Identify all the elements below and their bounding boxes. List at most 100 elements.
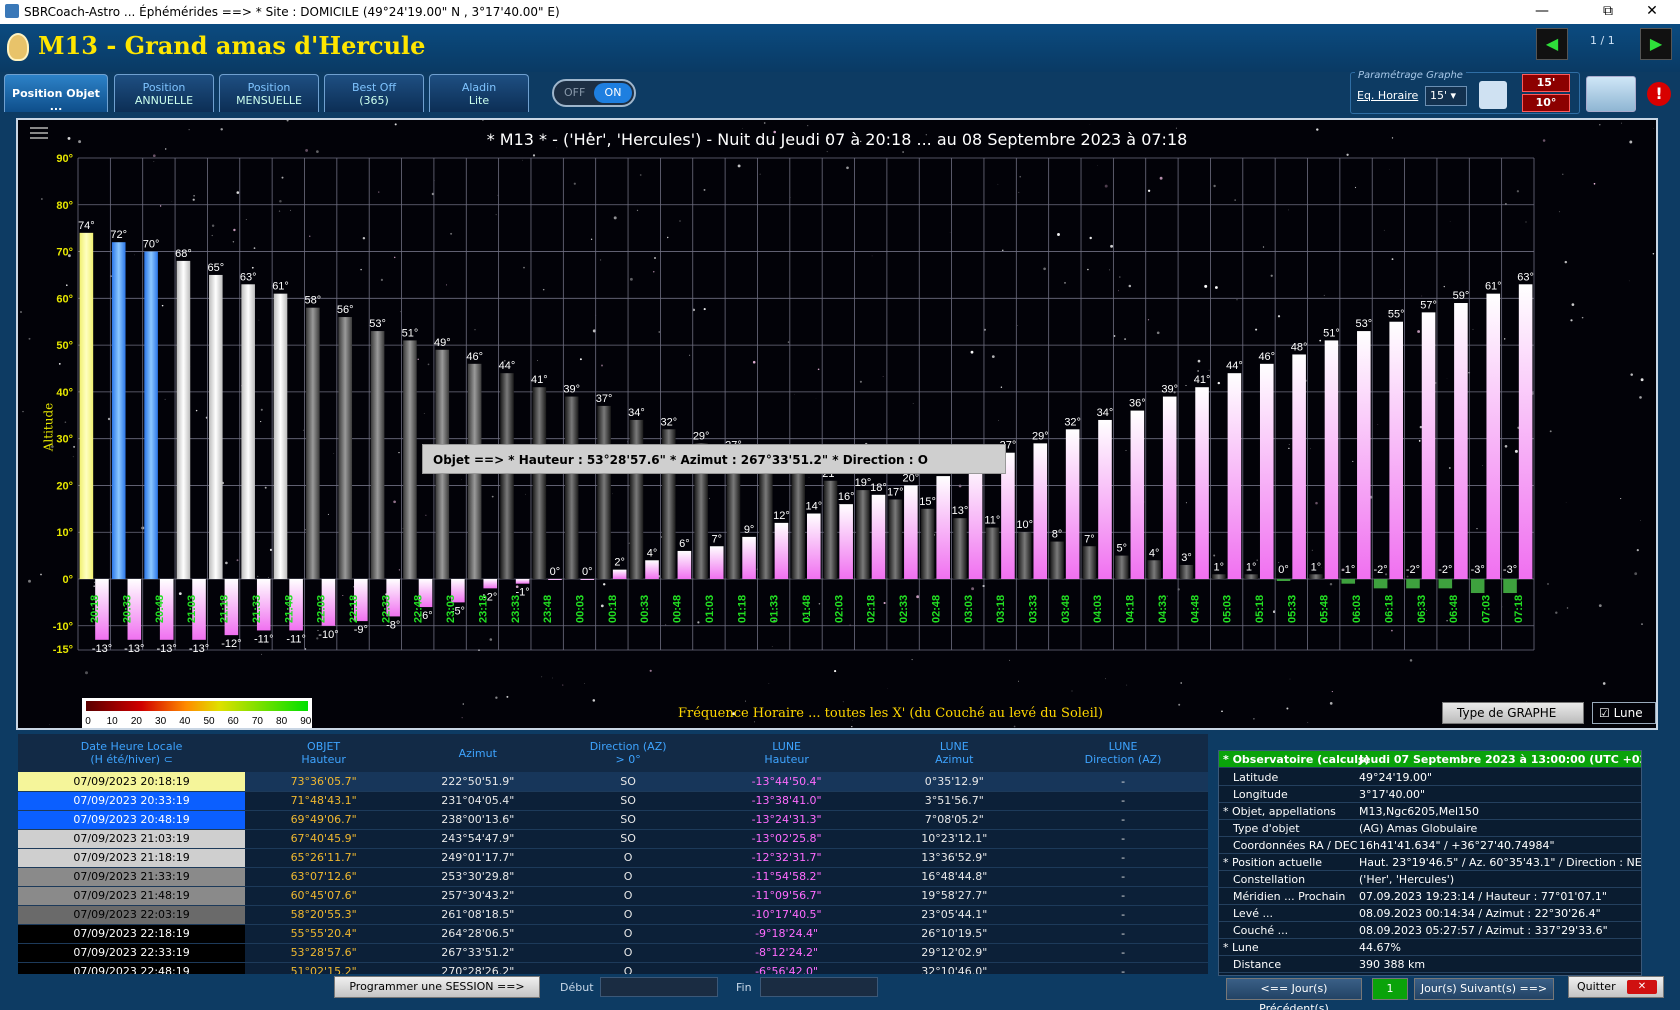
object-bar[interactable] <box>111 242 126 579</box>
table-row[interactable]: 07/09/2023 22:48:19 51°02'15.2" 270°28'26.… <box>18 962 1208 974</box>
object-bar[interactable] <box>1309 574 1323 579</box>
moon-bar[interactable] <box>1162 396 1177 579</box>
object-bar[interactable] <box>1114 555 1129 579</box>
quit-button[interactable]: Quitter ✕ <box>1568 976 1664 998</box>
column-header[interactable]: LUNE Direction (AZ) <box>1038 734 1208 772</box>
moon-bar[interactable] <box>548 579 562 580</box>
object-bar[interactable] <box>1244 574 1258 579</box>
column-header[interactable]: OBJET Hauteur <box>245 734 403 772</box>
object-bar[interactable] <box>920 508 935 579</box>
debut-input[interactable] <box>600 977 718 997</box>
program-session-button[interactable]: Programmer une SESSION ==> <box>334 976 540 998</box>
moon-bar[interactable] <box>1486 293 1501 579</box>
moon-bar[interactable] <box>612 569 627 579</box>
object-bar[interactable] <box>791 471 805 579</box>
warning-icon[interactable]: ! <box>1647 82 1671 106</box>
object-bar[interactable] <box>532 387 547 579</box>
object-bar[interactable] <box>370 331 385 579</box>
column-header[interactable]: Date Heure Locale (H été/hiver) ⊂ <box>18 734 246 772</box>
object-bar[interactable] <box>306 307 320 579</box>
moon-bar[interactable] <box>904 485 918 579</box>
column-header[interactable]: Azimut <box>402 734 554 772</box>
object-bar[interactable] <box>1212 574 1226 579</box>
restore-button[interactable]: ⧉ <box>1586 0 1630 24</box>
object-bar[interactable] <box>1017 532 1032 579</box>
object-bar[interactable] <box>1341 579 1356 584</box>
object-bar[interactable] <box>209 274 223 579</box>
table-row[interactable]: 07/09/2023 20:33:19 71°48'43.1" 231°04'05.… <box>18 791 1208 811</box>
moon-bar[interactable] <box>483 579 498 589</box>
days-stepper[interactable]: 1 <box>1372 978 1408 1000</box>
moon-bar[interactable] <box>1227 373 1242 579</box>
moon-bar[interactable] <box>1518 284 1533 579</box>
close-window-button[interactable]: ✕ <box>1630 0 1674 24</box>
moon-bar[interactable] <box>936 476 951 579</box>
object-bar[interactable] <box>338 317 353 579</box>
table-row[interactable]: 07/09/2023 20:48:19 69°49'06.7" 238°00'13.… <box>18 810 1208 830</box>
table-row[interactable]: 07/09/2023 22:33:19 53°28'57.6" 267°33'51.… <box>18 943 1208 963</box>
graph-type-button[interactable]: Type de GRAPHE <box>1442 702 1584 724</box>
object-bar[interactable] <box>1438 579 1453 589</box>
object-bar[interactable] <box>273 293 288 579</box>
moon-bar[interactable] <box>1098 419 1112 579</box>
object-bar[interactable] <box>144 251 158 580</box>
moon-bar[interactable] <box>1065 429 1080 579</box>
moon-bar[interactable] <box>871 494 886 579</box>
step-10-badge[interactable]: 10° <box>1522 94 1570 112</box>
object-bar[interactable] <box>597 405 611 579</box>
table-row[interactable]: 07/09/2023 22:18:19 55°55'20.4" 264°28'06.… <box>18 924 1208 944</box>
object-bar[interactable] <box>1082 546 1097 579</box>
object-bar[interactable] <box>403 340 417 579</box>
object-bar[interactable] <box>500 373 514 579</box>
calendar-clock-icon[interactable] <box>1479 81 1507 109</box>
table-row[interactable]: 07/09/2023 21:48:19 60°45'07.6" 257°30'43.… <box>18 886 1208 906</box>
moon-bar[interactable] <box>1292 354 1306 579</box>
object-bar[interactable] <box>1373 579 1388 589</box>
moon-bar[interactable] <box>580 579 595 580</box>
tab-best-off[interactable]: Best Off (365) <box>324 74 424 112</box>
moon-bar[interactable] <box>1033 443 1048 579</box>
moon-bar[interactable] <box>1421 312 1436 579</box>
moon-bar[interactable] <box>1130 410 1145 579</box>
table-row[interactable]: 07/09/2023 21:33:19 63°07'12.6" 253°30'29.… <box>18 867 1208 887</box>
object-bar[interactable] <box>241 284 255 579</box>
object-bar[interactable] <box>856 490 870 579</box>
moon-bar[interactable] <box>1195 387 1209 579</box>
object-bar[interactable] <box>1147 560 1161 579</box>
next-page-button[interactable]: ▶ <box>1640 28 1672 60</box>
column-header[interactable]: LUNE Hauteur <box>702 734 871 772</box>
prev-page-button[interactable]: ◀ <box>1536 28 1568 60</box>
object-bar[interactable] <box>759 462 773 579</box>
object-bar[interactable] <box>985 527 1000 579</box>
moon-bar[interactable] <box>1389 321 1403 579</box>
column-header[interactable]: LUNE Azimut <box>870 734 1039 772</box>
camera-icon[interactable] <box>1586 76 1636 112</box>
moon-bar[interactable] <box>677 550 692 579</box>
column-header[interactable]: Direction (AZ) > 0° <box>553 734 703 772</box>
interval-select[interactable]: 15' ▾ <box>1425 86 1467 106</box>
minimize-button[interactable]: — <box>1520 0 1564 24</box>
table-row[interactable]: 07/09/2023 22:03:19 58°20'55.3" 261°08'18.… <box>18 905 1208 925</box>
lune-checkbox[interactable]: ☑ Lune <box>1592 702 1656 724</box>
moon-bar[interactable] <box>742 536 756 579</box>
prev-days-button[interactable]: <== Jour(s) Précédent(s) <box>1226 978 1362 1010</box>
moon-bar[interactable] <box>709 546 724 579</box>
moon-bar[interactable] <box>1454 303 1468 579</box>
moon-bar[interactable] <box>1259 363 1274 579</box>
object-bar[interactable] <box>1406 579 1420 589</box>
tab-aladin-lite[interactable]: Aladin Lite <box>429 74 529 112</box>
moon-bar[interactable] <box>839 504 853 579</box>
table-row[interactable]: 07/09/2023 20:18:19 73°36'05.7" 222°50'51.… <box>18 772 1208 792</box>
object-bar[interactable] <box>823 480 838 579</box>
next-days-button[interactable]: Jour(s) Suivant(s) ==> <box>1414 978 1554 1000</box>
eq-horaire-label[interactable]: Eq. Horaire <box>1357 89 1418 102</box>
object-bar[interactable] <box>1179 564 1194 579</box>
table-row[interactable]: 07/09/2023 21:03:19 67°40'45.9" 243°54'47.… <box>18 829 1208 849</box>
object-bar[interactable] <box>564 396 579 579</box>
tab-position-annuelle[interactable]: Position ANNUELLE <box>114 74 214 112</box>
fin-input[interactable] <box>760 977 878 997</box>
moon-bar[interactable] <box>645 560 659 579</box>
moon-bar[interactable] <box>774 522 789 579</box>
tab-position-objet[interactable]: Position Objet ... <box>4 74 108 113</box>
object-bar[interactable] <box>1470 579 1485 594</box>
